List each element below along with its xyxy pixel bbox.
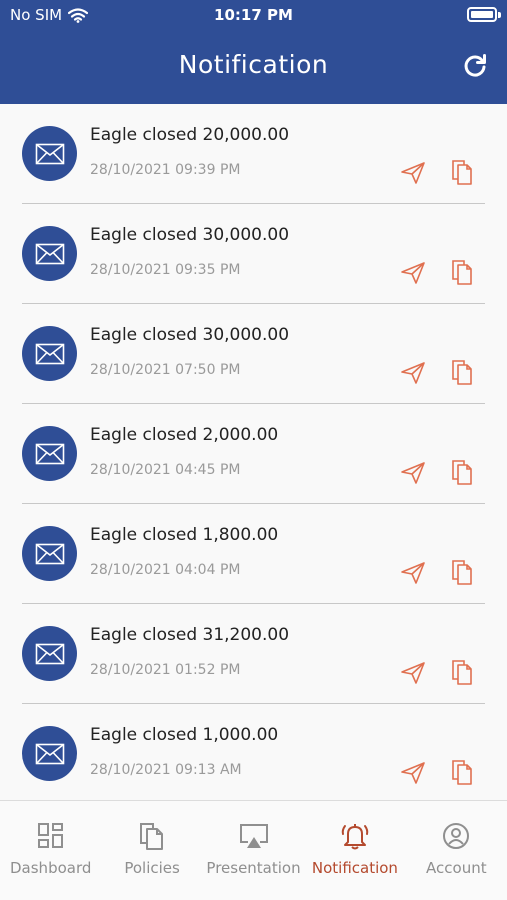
- tab-label: Account: [426, 859, 487, 877]
- notification-date: 28/10/2021 09:39 PM: [90, 162, 241, 178]
- tab-notification[interactable]: Notification: [304, 801, 405, 900]
- policies-icon: [137, 821, 167, 851]
- copy-icon[interactable]: [450, 658, 474, 686]
- notification-title: Eagle closed 20,000.00: [90, 125, 290, 145]
- notification-date: 28/10/2021 09:13 AM: [90, 762, 242, 778]
- send-icon[interactable]: [400, 460, 426, 486]
- notification-date: 28/10/2021 04:45 PM: [90, 462, 241, 478]
- presentation-icon: [239, 821, 269, 851]
- send-icon[interactable]: [400, 660, 426, 686]
- copy-icon[interactable]: [450, 558, 474, 586]
- mail-icon: [22, 226, 77, 281]
- notification-title: Eagle closed 30,000.00: [90, 225, 290, 245]
- mail-icon: [22, 426, 77, 481]
- tab-dashboard[interactable]: Dashboard: [0, 801, 101, 900]
- account-icon: [441, 821, 471, 851]
- notification-date: 28/10/2021 09:35 PM: [90, 262, 241, 278]
- copy-icon[interactable]: [450, 358, 474, 386]
- notification-item[interactable]: Eagle closed 1,000.00 28/10/2021 09:13 A…: [0, 704, 507, 800]
- send-icon[interactable]: [400, 160, 426, 186]
- tab-bar: Dashboard Policies Presentation Notificatio…: [0, 800, 507, 900]
- tab-policies[interactable]: Policies: [101, 801, 202, 900]
- send-icon[interactable]: [400, 560, 426, 586]
- tab-label: Notification: [311, 859, 398, 877]
- dashboard-icon: [36, 821, 66, 851]
- notification-item[interactable]: Eagle closed 30,000.00 28/10/2021 07:50 …: [0, 304, 507, 404]
- notification-title: Eagle closed 30,000.00: [90, 325, 290, 345]
- notification-date: 28/10/2021 01:52 PM: [90, 662, 241, 678]
- header: No SIM 10:17 PM Notification: [0, 0, 507, 104]
- notification-list[interactable]: Eagle closed 20,000.00 28/10/2021 09:39 …: [0, 104, 507, 800]
- tab-presentation[interactable]: Presentation: [203, 801, 304, 900]
- page-title: Notification: [178, 50, 329, 79]
- tab-label: Policies: [124, 859, 180, 877]
- copy-icon[interactable]: [450, 458, 474, 486]
- mail-icon: [22, 126, 77, 181]
- notification-title: Eagle closed 2,000.00: [90, 425, 279, 445]
- send-icon[interactable]: [400, 360, 426, 386]
- copy-icon[interactable]: [450, 258, 474, 286]
- notification-date: 28/10/2021 04:04 PM: [90, 562, 241, 578]
- mail-icon: [22, 326, 77, 381]
- status-bar: No SIM 10:17 PM: [0, 0, 507, 32]
- notification-item[interactable]: Eagle closed 20,000.00 28/10/2021 09:39 …: [0, 104, 507, 204]
- status-time: 10:17 PM: [214, 6, 293, 24]
- tab-account[interactable]: Account: [406, 801, 507, 900]
- notification-title: Eagle closed 1,800.00: [90, 525, 279, 545]
- copy-icon[interactable]: [450, 158, 474, 186]
- notification-item[interactable]: Eagle closed 30,000.00 28/10/2021 09:35 …: [0, 204, 507, 304]
- tab-label: Dashboard: [10, 859, 92, 877]
- notification-date: 28/10/2021 07:50 PM: [90, 362, 241, 378]
- mail-icon: [22, 726, 77, 781]
- send-icon[interactable]: [400, 760, 426, 786]
- notification-item[interactable]: Eagle closed 1,800.00 28/10/2021 04:04 P…: [0, 504, 507, 604]
- send-icon[interactable]: [400, 260, 426, 286]
- mail-icon: [22, 526, 77, 581]
- notification-title: Eagle closed 31,200.00: [90, 625, 290, 645]
- refresh-icon[interactable]: [461, 52, 489, 80]
- copy-icon[interactable]: [450, 758, 474, 786]
- notification-item[interactable]: Eagle closed 2,000.00 28/10/2021 04:45 P…: [0, 404, 507, 504]
- mail-icon: [22, 626, 77, 681]
- notification-title: Eagle closed 1,000.00: [90, 725, 279, 745]
- bell-icon: [340, 821, 370, 851]
- battery-icon: [467, 7, 497, 22]
- notification-item[interactable]: Eagle closed 31,200.00 28/10/2021 01:52 …: [0, 604, 507, 704]
- tab-label: Presentation: [206, 859, 301, 877]
